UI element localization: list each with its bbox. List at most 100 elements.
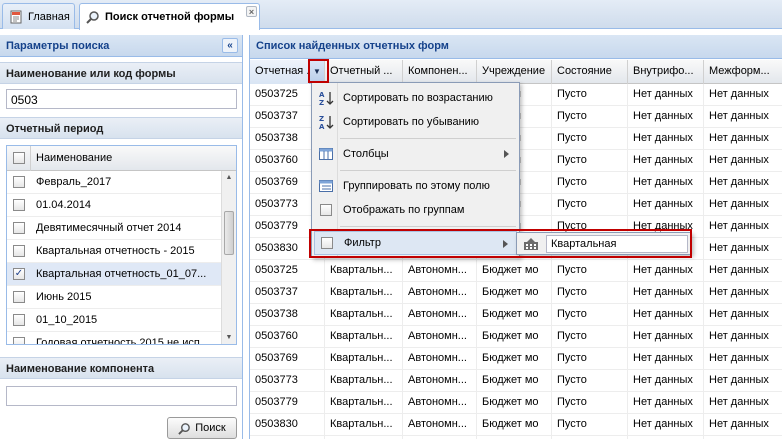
period-label: 01.04.2014 <box>36 199 92 211</box>
period-row[interactable]: Февраль_2017 <box>7 171 236 194</box>
table-cell: Автономн... <box>403 414 477 436</box>
table-cell: Автономн... <box>403 370 477 392</box>
table-cell: Бюджет мо <box>477 370 552 392</box>
table-cell: Квартальн... <box>325 414 403 436</box>
scroll-up-icon[interactable]: ▲ <box>222 171 236 185</box>
column-header[interactable]: Состояние <box>552 60 628 84</box>
table-row[interactable]: 0503773 Квартальн... Автономн... Бюджет мо П… <box>250 370 782 392</box>
period-checkbox[interactable] <box>13 245 25 257</box>
search-button[interactable]: Поиск <box>167 417 237 439</box>
search-params-title: Параметры поиска <box>6 40 110 52</box>
tab-home[interactable]: Главная <box>2 3 75 29</box>
table-cell: Нет данных <box>704 84 782 106</box>
table-cell: 0503760 <box>250 326 325 348</box>
component-header: Наименование компонента <box>0 357 242 379</box>
table-cell: Нет данных <box>628 106 704 128</box>
period-checkbox[interactable] <box>13 314 25 326</box>
results-header: Список найденных отчетных форм <box>250 35 782 59</box>
table-row[interactable]: 0503769 Квартальн... Автономн... Бюджет мо П… <box>250 348 782 370</box>
tab-search-label: Поиск отчетной формы <box>105 11 235 23</box>
menu-sort-asc[interactable]: AZ Сортировать по возрастанию <box>314 86 517 110</box>
table-cell: Квартальн... <box>325 348 403 370</box>
table-cell: Нет данных <box>704 238 782 260</box>
table-row[interactable]: 0503737 Квартальн... Автономн... Бюджет мо П… <box>250 282 782 304</box>
table-cell: Нет данных <box>628 84 704 106</box>
table-cell: Автономн... <box>403 348 477 370</box>
form-name-input[interactable]: 0503 <box>6 89 237 109</box>
table-cell: Нет данных <box>704 304 782 326</box>
period-header: Отчетный период <box>0 117 242 139</box>
table-cell: Пусто <box>552 106 628 128</box>
menu-columns-label: Столбцы <box>343 148 389 160</box>
period-label: 01_10_2015 <box>36 314 98 326</box>
period-label: Июнь 2015 <box>36 291 92 303</box>
results-grid-header: Отчетная ... Отчетный ... Компонен... Учреж… <box>250 60 782 84</box>
column-header[interactable]: Межформ... <box>704 60 782 84</box>
period-row[interactable]: 01_10_2015 <box>7 309 236 332</box>
table-cell: 0503769 <box>250 348 325 370</box>
column-header[interactable]: Отчетный ... <box>325 60 403 84</box>
table-row[interactable]: 0503738 Квартальн... Автономн... Бюджет мо П… <box>250 304 782 326</box>
scroll-down-icon[interactable]: ▼ <box>222 331 236 344</box>
table-row[interactable]: 0503760 Квартальн... Автономн... Бюджет мо П… <box>250 326 782 348</box>
period-rows: Февраль_2017 01.04.2014 Девятимесячный отч… <box>7 171 236 344</box>
period-checkbox[interactable] <box>13 199 25 211</box>
menu-columns[interactable]: Столбцы <box>314 142 517 166</box>
table-cell: Бюджет мо <box>477 414 552 436</box>
table-cell: Нет данных <box>704 348 782 370</box>
menu-group-by[interactable]: Группировать по этому полю <box>314 174 517 198</box>
table-row[interactable]: 0503779 Квартальн... Автономн... Бюджет мо П… <box>250 392 782 414</box>
search-icon <box>178 422 191 435</box>
group-by-icon <box>314 180 338 192</box>
period-checkbox[interactable] <box>13 337 25 344</box>
table-cell: Автономн... <box>403 260 477 282</box>
tab-search-form[interactable]: Поиск отчетной формы × <box>79 3 260 30</box>
table-row[interactable]: 0503830 Квартальн... Автономн... Бюджет мо П… <box>250 414 782 436</box>
menu-separator <box>340 226 516 227</box>
collapse-left-icon[interactable]: « <box>222 38 238 53</box>
magnifier-icon <box>86 10 100 24</box>
table-cell: Пусто <box>552 128 628 150</box>
table-cell: Нет данных <box>704 216 782 238</box>
table-cell: Нет данных <box>704 414 782 436</box>
period-column-header[interactable]: Наименование <box>31 152 112 164</box>
period-row[interactable]: Квартальная отчетность - 2015 <box>7 240 236 263</box>
period-checkbox[interactable] <box>13 176 25 188</box>
search-button-label: Поиск <box>195 422 226 434</box>
period-row[interactable]: Девятимесячный отчет 2014 <box>7 217 236 240</box>
search-params-header: Параметры поиска « <box>0 35 242 57</box>
table-cell: Пусто <box>552 304 628 326</box>
period-label: Девятимесячный отчет 2014 <box>36 222 182 234</box>
show-groups-checkbox[interactable] <box>320 204 332 216</box>
menu-sort-desc[interactable]: ZA Сортировать по убыванию <box>314 110 517 134</box>
table-cell: Пусто <box>552 260 628 282</box>
form-name-header: Наименование или код формы <box>0 62 242 84</box>
period-row[interactable]: Годовая отчетность 2015 не исп... <box>7 332 236 344</box>
component-input[interactable] <box>6 386 237 406</box>
close-tab-icon[interactable]: × <box>246 6 257 17</box>
table-cell: 0503830 <box>250 414 325 436</box>
form-name-label: Наименование или код формы <box>6 68 176 80</box>
select-all-checkbox[interactable] <box>12 152 25 164</box>
table-row[interactable]: 0503725 Квартальн... Автономн... Бюджет мо П… <box>250 260 782 282</box>
column-header[interactable]: Компонен... <box>403 60 477 84</box>
period-row[interactable]: ✓ Квартальная отчетность_01_07... <box>7 263 236 286</box>
table-cell: Нет данных <box>628 348 704 370</box>
column-header[interactable]: Внутрифо... <box>628 60 704 84</box>
menu-show-groups[interactable]: Отображать по группам <box>314 198 517 222</box>
table-cell: Квартальн... <box>325 260 403 282</box>
table-cell: Квартальн... <box>325 326 403 348</box>
period-checkbox[interactable]: ✓ <box>13 268 25 280</box>
svg-text:A: A <box>319 123 325 130</box>
table-cell: Бюджет мо <box>477 392 552 414</box>
period-scrollbar[interactable]: ▲ ▼ <box>221 171 236 344</box>
table-cell: Квартальн... <box>325 304 403 326</box>
scroll-thumb[interactable] <box>224 211 234 255</box>
home-icon <box>9 10 23 24</box>
period-checkbox[interactable] <box>13 291 25 303</box>
period-label: Отчетный период <box>6 123 104 135</box>
column-header[interactable]: Учреждение <box>477 60 552 84</box>
period-row[interactable]: 01.04.2014 <box>7 194 236 217</box>
period-checkbox[interactable] <box>13 222 25 234</box>
period-row[interactable]: Июнь 2015 <box>7 286 236 309</box>
